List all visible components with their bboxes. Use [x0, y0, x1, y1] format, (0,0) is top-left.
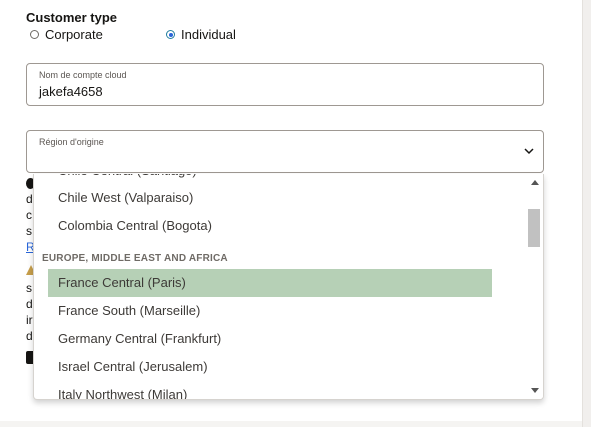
radio-corporate-indicator[interactable] — [30, 30, 39, 39]
home-region-select[interactable]: Région d'origine — [26, 130, 544, 173]
region-option[interactable]: Germany Central (Frankfurt) — [48, 325, 492, 353]
cloud-account-field[interactable]: Nom de compte cloud jakefa4658 — [26, 63, 544, 106]
hidden-text-line: ir — [26, 313, 33, 327]
radio-corporate[interactable]: Corporate — [30, 27, 103, 42]
region-option[interactable]: Colombia Central (Bogota) — [48, 212, 492, 240]
scroll-up-arrow-icon[interactable] — [531, 180, 539, 185]
hidden-text-line: d — [26, 329, 33, 343]
region-option[interactable]: France South (Marseille) — [48, 297, 492, 325]
scroll-down-arrow-icon[interactable] — [531, 388, 539, 393]
radio-individual-indicator[interactable] — [166, 30, 175, 39]
cloud-account-value[interactable]: jakefa4658 — [39, 84, 103, 99]
hidden-text-line: s — [26, 281, 32, 295]
region-option[interactable]: Italy Northwest (Milan) — [48, 381, 492, 399]
radio-individual[interactable]: Individual — [166, 27, 236, 42]
hidden-text-line: s — [26, 224, 32, 238]
hidden-text-line: d — [26, 192, 33, 206]
page-gutter — [582, 0, 591, 427]
home-region-label: Région d'origine — [39, 137, 104, 147]
bottom-band — [0, 421, 582, 427]
region-dropdown-list[interactable]: Chile Central (Santiago) Chile West (Val… — [33, 174, 544, 400]
radio-individual-label: Individual — [181, 27, 236, 42]
radio-corporate-label: Corporate — [45, 27, 103, 42]
region-option-selected[interactable]: France Central (Paris) — [48, 269, 492, 297]
dropdown-scrollbar[interactable] — [526, 174, 543, 399]
region-option[interactable]: Chile West (Valparaiso) — [48, 184, 492, 212]
customer-type-title: Customer type — [26, 10, 118, 25]
cloud-account-label: Nom de compte cloud — [39, 70, 127, 80]
region-group-header: EUROPE, MIDDLE EAST AND AFRICA — [42, 253, 228, 264]
region-option[interactable]: Israel Central (Jerusalem) — [48, 353, 492, 381]
hidden-text-line: d — [26, 297, 33, 311]
scroll-thumb[interactable] — [528, 209, 540, 247]
hidden-text-line: c — [26, 208, 32, 222]
chevron-down-icon[interactable] — [524, 147, 534, 155]
